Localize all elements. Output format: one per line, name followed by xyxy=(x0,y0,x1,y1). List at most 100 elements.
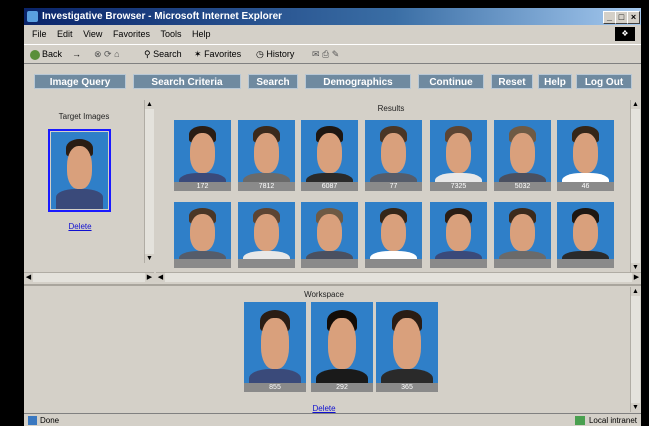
results-horizontal-scrollbar[interactable]: ◀ ▶ xyxy=(156,272,641,282)
result-thumbnail[interactable] xyxy=(430,202,487,268)
photo-face xyxy=(189,213,216,251)
menu-bar: File Edit View Favorites Tools Help ❖ xyxy=(24,26,641,42)
page-icon xyxy=(28,416,37,425)
result-thumbnail[interactable]: 7812 xyxy=(238,120,295,191)
history-icon: ◷ xyxy=(256,49,264,59)
status-text: Done xyxy=(40,416,60,425)
target-vertical-scrollbar[interactable]: ▲ ▼ xyxy=(144,100,154,263)
result-thumbnail[interactable] xyxy=(301,202,358,268)
photo-id-label: 6087 xyxy=(301,182,358,191)
photo-id-label: 172 xyxy=(174,182,231,191)
photo-face xyxy=(445,213,472,251)
result-thumbnail[interactable]: 5032 xyxy=(494,120,551,191)
photo-face xyxy=(261,318,289,369)
workspace-thumbnail[interactable]: 292 xyxy=(311,302,373,392)
result-thumbnail[interactable]: 77 xyxy=(365,120,422,191)
workspace-thumbnail[interactable]: 365 xyxy=(376,302,438,392)
menu-favorites[interactable]: Favorites xyxy=(113,29,150,39)
photo-face xyxy=(328,318,356,369)
forward-button[interactable]: → xyxy=(72,45,81,63)
help-button[interactable]: Help xyxy=(538,74,572,89)
scroll-right-icon[interactable]: ▶ xyxy=(145,273,154,282)
result-thumbnail[interactable]: 172 xyxy=(174,120,231,191)
scroll-up-icon[interactable]: ▲ xyxy=(631,287,640,296)
status-bar: Done Local intranet xyxy=(24,413,641,426)
photo-id-label: 292 xyxy=(311,383,373,392)
photo-face xyxy=(509,132,536,173)
search-button[interactable]: ⚲ Search xyxy=(144,45,182,63)
reset-button[interactable]: Reset xyxy=(491,74,533,89)
scroll-left-icon[interactable]: ◀ xyxy=(156,273,165,282)
photo-id-label: 5032 xyxy=(494,182,551,191)
result-thumbnail[interactable] xyxy=(174,202,231,268)
target-horizontal-scrollbar[interactable]: ◀ ▶ xyxy=(24,272,154,282)
standard-toolbar: Back → ⊗ ⟳ ⌂ ⚲ Search ✶ Favorites ◷ Hist… xyxy=(24,44,641,64)
workspace-thumbnail[interactable]: 855 xyxy=(244,302,306,392)
target-images-title: Target Images xyxy=(58,112,110,121)
title-bar: Investigative Browser - Microsoft Intern… xyxy=(24,8,641,25)
photo-face xyxy=(572,213,599,251)
result-thumbnail[interactable]: 6087 xyxy=(301,120,358,191)
photo-face xyxy=(393,318,421,369)
photo-face xyxy=(316,132,343,173)
photo-id-label xyxy=(301,259,358,268)
results-vertical-scrollbar[interactable]: ▲ ▼ xyxy=(630,100,640,272)
target-delete-link[interactable]: Delete xyxy=(24,222,136,231)
back-arrow-icon xyxy=(30,49,40,60)
photo-id-label xyxy=(238,259,295,268)
back-button[interactable]: Back xyxy=(30,45,62,63)
scroll-down-icon[interactable]: ▼ xyxy=(631,263,640,272)
zone-indicator: Local intranet xyxy=(574,414,637,426)
search-criteria-button[interactable]: Search Criteria xyxy=(133,74,241,89)
favorites-button[interactable]: ✶ Favorites xyxy=(194,45,241,63)
photo-face xyxy=(509,213,536,251)
scroll-right-icon[interactable]: ▶ xyxy=(632,273,641,282)
target-image[interactable] xyxy=(51,132,108,209)
photo-face xyxy=(380,213,407,251)
photo-face xyxy=(66,145,93,189)
photo-face xyxy=(253,213,280,251)
scroll-down-icon[interactable]: ▼ xyxy=(631,403,640,412)
search-icon: ⚲ xyxy=(144,49,151,59)
window-title: Investigative Browser - Microsoft Intern… xyxy=(42,11,283,22)
photo-id-label xyxy=(365,259,422,268)
photo-id-label xyxy=(557,259,614,268)
scroll-left-icon[interactable]: ◀ xyxy=(24,273,33,282)
photo-id-label: 7325 xyxy=(430,182,487,191)
scroll-up-icon[interactable]: ▲ xyxy=(145,100,154,109)
menu-edit[interactable]: Edit xyxy=(57,29,73,39)
log-out-button[interactable]: Log Out xyxy=(576,74,632,89)
star-icon: ✶ xyxy=(194,49,202,59)
stop-refresh-home-icons[interactable]: ⊗ ⟳ ⌂ xyxy=(94,45,120,63)
menu-tools[interactable]: Tools xyxy=(160,29,181,39)
image-query-button[interactable]: Image Query xyxy=(34,74,126,89)
result-thumbnail[interactable] xyxy=(238,202,295,268)
results-title: Results xyxy=(377,104,405,113)
result-thumbnail[interactable]: 46 xyxy=(557,120,614,191)
demographics-button[interactable]: Demographics xyxy=(305,74,411,89)
workspace-vertical-scrollbar[interactable]: ▲ ▼ xyxy=(630,287,640,412)
result-thumbnail[interactable]: 7325 xyxy=(430,120,487,191)
workspace-delete-link[interactable]: Delete xyxy=(24,404,624,413)
photo-face xyxy=(445,132,472,173)
menu-file[interactable]: File xyxy=(32,29,47,39)
close-button[interactable]: × xyxy=(627,11,640,24)
result-thumbnail[interactable] xyxy=(494,202,551,268)
menu-view[interactable]: View xyxy=(83,29,102,39)
pane-divider[interactable] xyxy=(24,284,641,286)
menu-help[interactable]: Help xyxy=(192,29,211,39)
continue-button[interactable]: Continue xyxy=(418,74,484,89)
photo-shoulders xyxy=(55,188,104,209)
result-thumbnail[interactable] xyxy=(557,202,614,268)
mail-print-icons[interactable]: ✉ ⎙ ✎ xyxy=(312,45,339,63)
scroll-up-icon[interactable]: ▲ xyxy=(631,100,640,109)
photo-face xyxy=(316,213,343,251)
app-nav-bar: Image Query Search Criteria Search Demog… xyxy=(24,70,641,94)
scroll-down-icon[interactable]: ▼ xyxy=(145,254,154,263)
result-thumbnail[interactable] xyxy=(365,202,422,268)
workspace-title: Workspace xyxy=(304,290,344,299)
history-button[interactable]: ◷ History xyxy=(256,45,294,63)
ie-icon xyxy=(27,11,38,22)
photo-id-label: 46 xyxy=(557,182,614,191)
search-button-app[interactable]: Search xyxy=(248,74,298,89)
